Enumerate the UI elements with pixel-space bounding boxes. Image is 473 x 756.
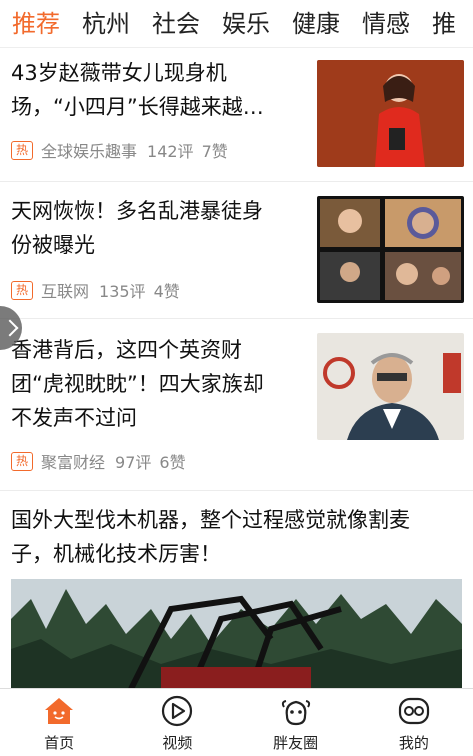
title-line: 香港背后，这四个英资财 <box>11 338 242 362</box>
tab-entertainment[interactable]: 娱乐 <box>222 7 270 41</box>
tab-recommend[interactable]: 推荐 <box>10 7 62 47</box>
nav-video[interactable]: 视频 <box>118 689 236 756</box>
title-line: 份被曝光 <box>11 233 95 257</box>
title-line: 国外大型伐木机器，整个过程感觉就像割麦 <box>11 508 410 532</box>
nav-label: 我的 <box>398 734 429 752</box>
article-meta: 热 全球娱乐趣事 142评 7赞 <box>11 138 228 162</box>
news-item[interactable]: 国外大型伐木机器，整个过程感觉就像割麦 子，机械化技术厉害！ <box>0 491 473 689</box>
tab-hangzhou[interactable]: 杭州 <box>82 7 130 41</box>
news-item[interactable]: 天网恢恢！多名乱港暴徒身 份被曝光 热 互联网 135评 4赞 <box>0 182 473 319</box>
nav-profile[interactable]: 我的 <box>355 689 473 756</box>
article-source: 聚富财经 <box>41 453 106 472</box>
news-item[interactable]: 香港背后，这四个英资财 团“虎视眈眈”！四大家族却 不发声不过问 热 聚富财经 … <box>0 319 473 491</box>
bottom-nav: 首页 视频 胖友圈 我的 <box>0 688 473 756</box>
title-line: 团“虎视眈眈”！四大家族却 <box>11 372 264 396</box>
like-count: 6赞 <box>159 453 186 472</box>
title-line: 子，机械化技术厉害！ <box>11 542 221 566</box>
title-line: 场，“小四月”长得越来越… <box>11 95 264 119</box>
article-title[interactable]: 香港背后，这四个英资财 团“虎视眈眈”！四大家族却 不发声不过问 <box>11 333 264 435</box>
article-title[interactable]: 43岁赵薇带女儿现身机 场，“小四月”长得越来越… <box>11 56 264 124</box>
home-icon <box>45 698 74 724</box>
comment-count: 142评 <box>147 142 194 161</box>
news-feed: 43岁赵薇带女儿现身机 场，“小四月”长得越来越… 热 全球娱乐趣事 142评 … <box>0 48 473 689</box>
tab-emotion[interactable]: 情感 <box>362 7 410 41</box>
article-image[interactable] <box>11 579 462 689</box>
video-icon <box>162 695 193 727</box>
comment-count: 97评 <box>115 453 152 472</box>
article-thumbnail[interactable] <box>317 196 464 303</box>
like-count: 4赞 <box>153 282 180 301</box>
article-thumbnail[interactable] <box>317 333 464 440</box>
title-line: 43岁赵薇带女儿现身机 <box>11 61 227 85</box>
nav-label: 首页 <box>44 734 75 752</box>
tab-health[interactable]: 健康 <box>292 7 340 41</box>
nav-home[interactable]: 首页 <box>0 689 118 756</box>
hot-badge: 热 <box>11 140 33 160</box>
nav-friends[interactable]: 胖友圈 <box>237 689 355 756</box>
article-source: 互联网 <box>41 282 90 301</box>
nav-label: 胖友圈 <box>273 734 319 752</box>
comment-count: 135评 <box>99 282 146 301</box>
hot-badge: 热 <box>11 280 33 300</box>
tab-partial[interactable]: 推 <box>432 7 456 41</box>
article-thumbnail[interactable] <box>317 60 464 167</box>
title-line: 不发声不过问 <box>11 406 137 430</box>
friends-icon <box>281 700 310 726</box>
article-source: 全球娱乐趣事 <box>41 142 138 161</box>
tab-society[interactable]: 社会 <box>152 7 200 41</box>
article-title[interactable]: 天网恢恢！多名乱港暴徒身 份被曝光 <box>11 194 263 262</box>
article-meta: 热 聚富财经 97评 6赞 <box>11 449 186 473</box>
category-tabs: 推荐 杭州 社会 娱乐 健康 情感 推 <box>0 0 473 48</box>
title-line: 天网恢恢！多名乱港暴徒身 <box>11 199 263 223</box>
news-item[interactable]: 43岁赵薇带女儿现身机 场，“小四月”长得越来越… 热 全球娱乐趣事 142评 … <box>0 48 473 182</box>
article-meta: 热 互联网 135评 4赞 <box>11 278 180 302</box>
hot-badge: 热 <box>11 451 33 471</box>
profile-icon <box>398 697 429 725</box>
nav-label: 视频 <box>162 734 193 752</box>
like-count: 7赞 <box>201 142 228 161</box>
article-title[interactable]: 国外大型伐木机器，整个过程感觉就像割麦 子，机械化技术厉害！ <box>11 503 471 571</box>
